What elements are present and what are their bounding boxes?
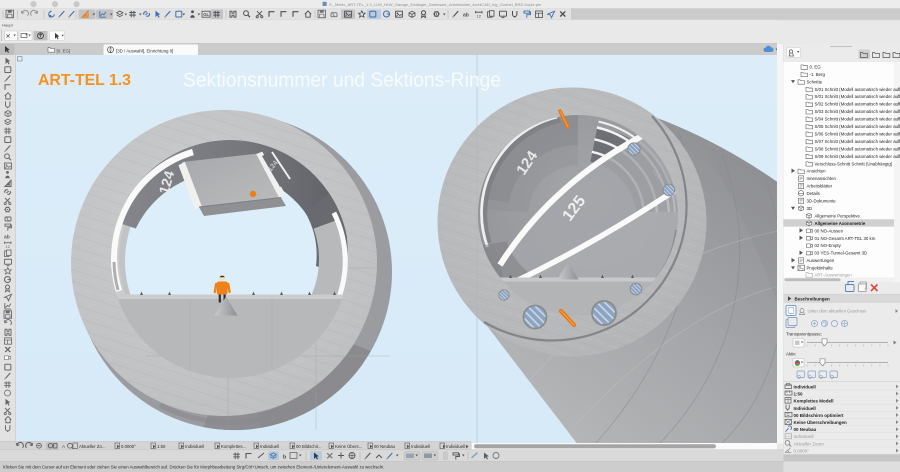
svg-text:ART-TEL 1.3: ART-TEL 1.3 xyxy=(38,72,131,89)
svg-text:[3D / Auswahl], Einrichtung 0]: [3D / Auswahl], Einrichtung 0] xyxy=(116,48,173,53)
svg-text:02 NO-Empty: 02 NO-Empty xyxy=(815,243,842,248)
svg-text:Allgemeine Perspektive: Allgemeine Perspektive xyxy=(815,213,861,218)
svg-text:Sektionsnummer und Sektions-Ri: Sektionsnummer und Sektions-Ringe xyxy=(183,70,501,92)
svg-text:00 Bildschirm optimiert: 00 Bildschirm optimiert xyxy=(794,413,845,418)
svg-text:Ansichten: Ansichten xyxy=(807,169,827,174)
svg-text:Details: Details xyxy=(807,191,821,196)
svg-text:00 Neubau: 00 Neubau xyxy=(374,444,396,449)
svg-text:Unter dem aktuellen Geschoss: Unter dem aktuellen Geschoss xyxy=(808,309,867,314)
svg-text:0.0000°: 0.0000° xyxy=(794,448,810,453)
svg-text:[0. EG]: [0. EG] xyxy=(57,48,71,53)
svg-text:S/03 Schnitt (Modell automatis: S/03 Schnitt (Modell automatisch wieder … xyxy=(815,109,900,114)
svg-text:1:50: 1:50 xyxy=(794,392,804,397)
svg-text:ab: ab xyxy=(463,13,469,19)
svg-text:S/08 Schnitt (Modell automatis: S/08 Schnitt (Modell automatisch wieder … xyxy=(815,146,900,151)
svg-text:Projektinhalte: Projektinhalte xyxy=(807,266,834,271)
svg-text:Komplettes...: Komplettes... xyxy=(221,444,246,449)
svg-text:Keine Übers...: Keine Übers... xyxy=(335,444,362,449)
svg-text:Verschluss-Schnitt Schnitt (Un: Verschluss-Schnitt Schnitt (Unabhängig) xyxy=(815,161,893,166)
svg-text:Arbeitsblätter: Arbeitsblätter xyxy=(807,184,833,189)
svg-text:-1. Berg: -1. Berg xyxy=(810,72,826,77)
svg-text:Allgemeine Axonometrie: Allgemeine Axonometrie xyxy=(815,221,866,226)
svg-text:Individuell: Individuell xyxy=(185,444,204,449)
svg-text:00 Neubau: 00 Neubau xyxy=(794,427,817,432)
svg-text:Aktueller Zoom: Aktueller Zoom xyxy=(794,441,825,446)
svg-text:Individuell: Individuell xyxy=(446,444,465,449)
svg-text:S/07 Schnitt (Modell automatis: S/07 Schnitt (Modell automatisch wieder … xyxy=(815,139,900,144)
svg-text:Innenansichten: Innenansichten xyxy=(807,176,837,181)
svg-text:Keine Überschreibungen: Keine Überschreibungen xyxy=(794,419,848,425)
svg-text:S/02 Schnitt (Modell automatis: S/02 Schnitt (Modell automatisch wieder … xyxy=(815,102,900,107)
svg-text:S/04 Schnitt (Modell automatis: S/04 Schnitt (Modell automatisch wieder … xyxy=(815,117,900,122)
svg-text:Individuell: Individuell xyxy=(794,384,816,389)
svg-text:12: 12 xyxy=(6,244,11,249)
svg-text:Aktueller Zo...: Aktueller Zo... xyxy=(79,444,106,449)
svg-text:ab: ab xyxy=(4,235,10,241)
svg-text:S/01 Schnitt (Modell automatis: S/01 Schnitt (Modell automatisch wieder … xyxy=(815,94,900,99)
svg-text:GL: GL xyxy=(203,12,209,17)
svg-text:b: b xyxy=(283,454,286,460)
svg-text:Beschreibungen: Beschreibungen xyxy=(795,297,831,302)
svg-text:00 NO-Aussen: 00 NO-Aussen xyxy=(815,228,844,233)
svg-text:S/01 Schnitt (Modell automatis: S/01 Schnitt (Modell automatisch wieder … xyxy=(815,87,900,92)
svg-text:Individuell: Individuell xyxy=(794,406,816,411)
svg-text:3D: 3D xyxy=(807,206,813,211)
svg-text:03 YES-Tunnel-Gesamt 3D: 03 YES-Tunnel-Gesamt 3D xyxy=(815,251,868,256)
svg-text:S/05 Schnitt (Modell automatis: S/05 Schnitt (Modell automatisch wieder … xyxy=(815,124,900,129)
svg-text:Individuell: Individuell xyxy=(411,444,430,449)
svg-text:00 Bildschir...: 00 Bildschir... xyxy=(296,444,322,449)
svg-text:S/09 Schnitt (Modell automatis: S/09 Schnitt (Modell automatisch wieder … xyxy=(815,154,900,159)
svg-text:ART-Auswertungen: ART-Auswertungen xyxy=(815,273,853,278)
svg-text:1:50: 1:50 xyxy=(157,444,166,449)
svg-text:Auswertungen: Auswertungen xyxy=(807,258,835,263)
svg-text:Individuell: Individuell xyxy=(794,434,814,439)
svg-text:3D-Dokumente: 3D-Dokumente xyxy=(807,199,837,204)
svg-text:S/06 Schnitt (Modell automatis: S/06 Schnitt (Modell automatisch wieder … xyxy=(815,131,900,136)
svg-text:0. EG: 0. EG xyxy=(810,64,822,69)
svg-text:Schnitte: Schnitte xyxy=(807,79,823,84)
svg-text:0.0000°: 0.0000° xyxy=(121,444,136,449)
svg-text:Individuell: Individuell xyxy=(260,444,279,449)
svg-text:Transparentpause:: Transparentpause: xyxy=(786,331,822,336)
svg-text:Klicken Sie mit dem Cursor auf: Klicken Sie mit dem Cursor auf ein Eleme… xyxy=(3,465,384,470)
svg-text:12: 12 xyxy=(477,13,482,18)
svg-text:Aktiv:: Aktiv: xyxy=(786,351,797,356)
svg-text:01 NO-Gesamt ART-TEL 30 km: 01 NO-Gesamt ART-TEL 30 km xyxy=(815,236,876,241)
svg-text:Haupt: Haupt xyxy=(2,22,14,27)
svg-text:S _Meter_ART-TEL_1.3_LLW_HLW_G: S _Meter_ART-TEL_1.3_LLW_HLW_Garage_Endl… xyxy=(329,2,541,7)
svg-text:Komplettes Modell: Komplettes Modell xyxy=(794,399,834,404)
